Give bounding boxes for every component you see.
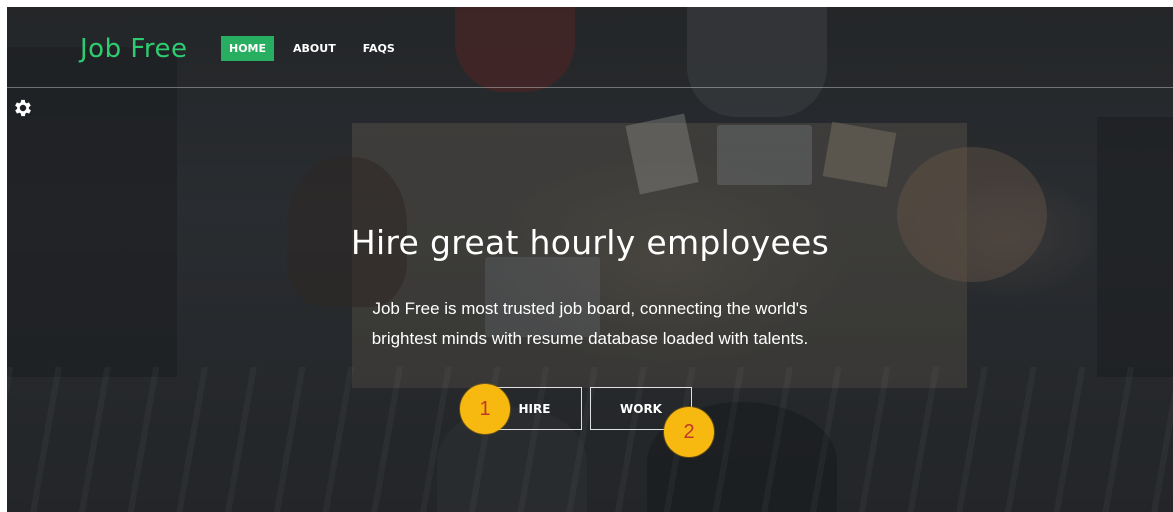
- nav-about[interactable]: ABOUT: [285, 36, 344, 61]
- annotation-marker-2: 2: [664, 407, 714, 457]
- hero-subtitle-line: brightest minds with resume database loa…: [371, 329, 809, 348]
- hero-title: Hire great hourly employees: [350, 223, 830, 262]
- nav-faqs[interactable]: FAQS: [355, 36, 403, 61]
- gear-icon[interactable]: [12, 97, 34, 119]
- brand-logo[interactable]: Job Free: [80, 34, 188, 64]
- hero-subtitle-line: Job Free is most trusted job board, conn…: [372, 299, 808, 318]
- hero-screen: Job Free HOME ABOUT FAQS Hire great hour…: [7, 7, 1173, 512]
- gear-icon-glyph: [15, 99, 31, 117]
- top-navbar: Job Free HOME ABOUT FAQS: [7, 7, 1173, 88]
- main-nav: HOME ABOUT FAQS: [221, 36, 414, 61]
- annotation-marker-1: 1: [460, 384, 510, 434]
- nav-home[interactable]: HOME: [221, 36, 275, 61]
- hero-subtitle: Job Free is most trusted job board, conn…: [7, 294, 1173, 354]
